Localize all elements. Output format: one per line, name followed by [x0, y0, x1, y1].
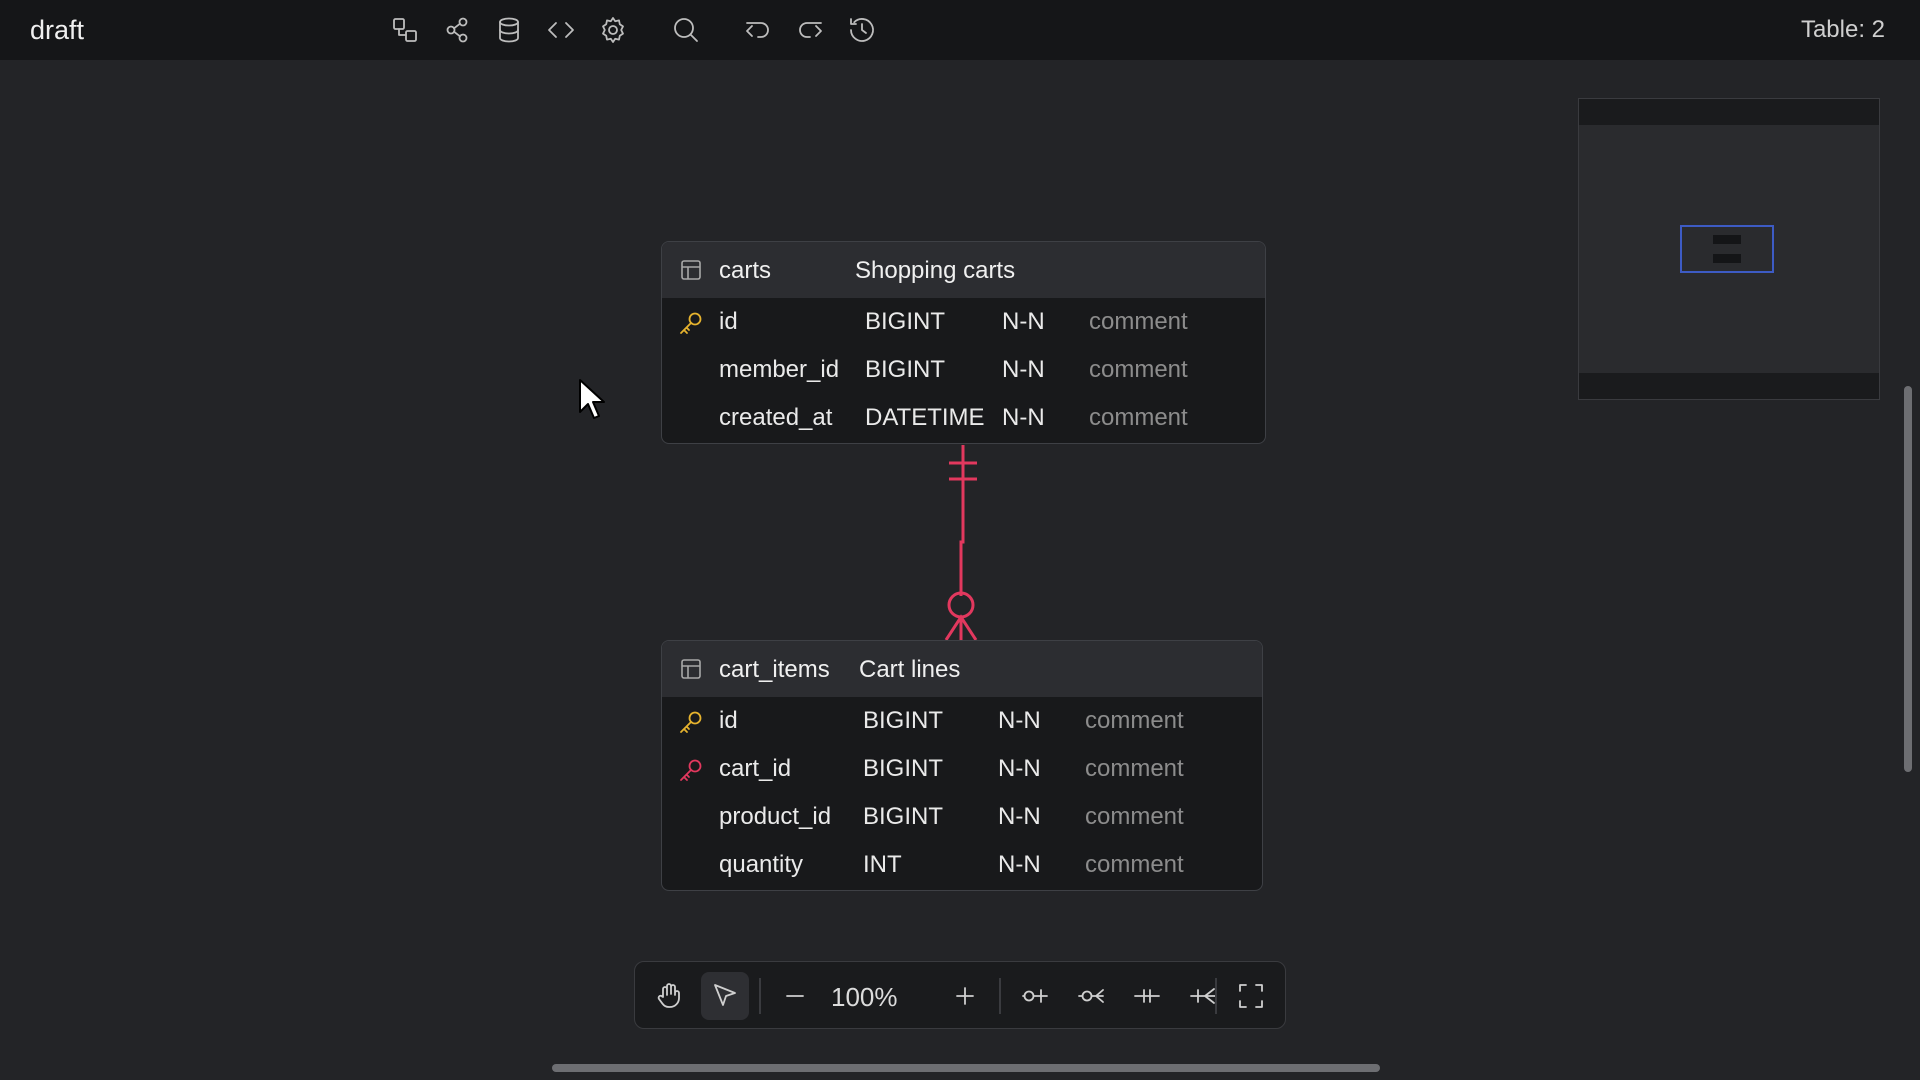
column-comment[interactable]: comment: [1089, 308, 1188, 336]
column-nullable[interactable]: N-N: [1002, 404, 1045, 432]
share-icon[interactable]: [439, 12, 475, 48]
column-type[interactable]: BIGINT: [863, 803, 943, 831]
many-crowfoot: [944, 614, 978, 641]
table-row[interactable]: product_id BIGINT N-N comment: [662, 793, 1262, 841]
column-name[interactable]: product_id: [719, 803, 831, 831]
table-carts[interactable]: carts Shopping carts id BIGINT N-N comme…: [661, 241, 1266, 444]
column-type[interactable]: BIGINT: [863, 707, 943, 735]
select-pointer-icon[interactable]: [701, 972, 749, 1020]
column-nullable[interactable]: N-N: [1002, 308, 1045, 336]
column-name[interactable]: quantity: [719, 851, 803, 879]
table-count: Table: 2: [1800, 16, 1885, 43]
column-type[interactable]: INT: [863, 851, 902, 879]
table-name[interactable]: carts: [719, 257, 771, 285]
column-name[interactable]: created_at: [719, 404, 832, 432]
settings-gear-icon[interactable]: [595, 12, 631, 48]
column-comment[interactable]: comment: [1089, 356, 1188, 384]
search-icon[interactable]: [668, 12, 704, 48]
column-nullable[interactable]: N-N: [998, 755, 1041, 783]
hand-pan-icon[interactable]: [645, 972, 693, 1020]
column-nullable[interactable]: N-N: [1002, 356, 1045, 384]
toolbar-divider: [999, 978, 1001, 1014]
table-comment[interactable]: Cart lines: [859, 656, 960, 684]
table-cart-items[interactable]: cart_items Cart lines id BIGINT N-N comm…: [661, 640, 1263, 891]
table-row[interactable]: quantity INT N-N comment: [662, 841, 1262, 889]
column-type[interactable]: BIGINT: [863, 755, 943, 783]
horizontal-scrollbar[interactable]: [552, 1064, 1380, 1072]
column-comment[interactable]: comment: [1085, 707, 1184, 735]
table-icon: [680, 259, 702, 281]
relation-one-many-icon[interactable]: [1179, 972, 1227, 1020]
vertical-scrollbar[interactable]: [1904, 386, 1912, 772]
toolbar-divider: [1215, 978, 1217, 1014]
column-name[interactable]: cart_id: [719, 755, 791, 783]
undo-icon[interactable]: [740, 12, 776, 48]
fullscreen-icon[interactable]: [1227, 972, 1275, 1020]
column-type[interactable]: DATETIME: [865, 404, 985, 432]
relation-one-one-icon[interactable]: [1123, 972, 1171, 1020]
foreign-key-icon: [678, 757, 704, 783]
table-header[interactable]: cart_items Cart lines: [662, 641, 1262, 697]
relation-zero-many-icon[interactable]: [1067, 972, 1115, 1020]
database-icon[interactable]: [491, 12, 527, 48]
history-icon[interactable]: [844, 12, 880, 48]
column-type[interactable]: BIGINT: [865, 308, 945, 336]
table-row[interactable]: id BIGINT N-N comment: [662, 298, 1265, 346]
table-row[interactable]: member_id BIGINT N-N comment: [662, 346, 1265, 394]
table-name[interactable]: cart_items: [719, 656, 830, 684]
canvas-toolbar: 100%: [634, 961, 1286, 1029]
mouse-cursor-icon: [579, 379, 605, 419]
column-comment[interactable]: comment: [1085, 851, 1184, 879]
column-comment[interactable]: comment: [1089, 404, 1188, 432]
visualization-icon[interactable]: [387, 12, 423, 48]
code-icon[interactable]: [543, 12, 579, 48]
column-comment[interactable]: comment: [1085, 803, 1184, 831]
column-nullable[interactable]: N-N: [998, 803, 1041, 831]
minimap-band: [1579, 373, 1879, 399]
table-header[interactable]: carts Shopping carts: [662, 242, 1265, 298]
column-name[interactable]: id: [719, 308, 738, 336]
column-name[interactable]: member_id: [719, 356, 839, 384]
table-row[interactable]: cart_id BIGINT N-N comment: [662, 745, 1262, 793]
primary-key-icon: [678, 709, 704, 735]
column-type[interactable]: BIGINT: [865, 356, 945, 384]
toolbar-divider: [759, 978, 761, 1014]
zoom-out-icon[interactable]: [771, 972, 819, 1020]
redo-icon[interactable]: [792, 12, 828, 48]
column-name[interactable]: id: [719, 707, 738, 735]
table-row[interactable]: id BIGINT N-N comment: [662, 697, 1262, 745]
table-comment[interactable]: Shopping carts: [855, 257, 1015, 285]
column-nullable[interactable]: N-N: [998, 707, 1041, 735]
column-comment[interactable]: comment: [1085, 755, 1184, 783]
primary-key-icon: [678, 310, 704, 336]
zero-marker: [947, 591, 975, 619]
relation-zero-one-icon[interactable]: [1011, 972, 1059, 1020]
minimap[interactable]: [1578, 98, 1880, 400]
top-bar: draft Table: 2: [0, 0, 1920, 60]
document-title[interactable]: draft: [30, 15, 84, 46]
minimap-band: [1579, 99, 1879, 125]
zoom-in-icon[interactable]: [941, 972, 989, 1020]
minimap-viewport[interactable]: [1680, 225, 1774, 273]
table-icon: [680, 658, 702, 680]
column-nullable[interactable]: N-N: [998, 851, 1041, 879]
zoom-level[interactable]: 100%: [831, 982, 898, 1013]
table-row[interactable]: created_at DATETIME N-N comment: [662, 394, 1265, 442]
